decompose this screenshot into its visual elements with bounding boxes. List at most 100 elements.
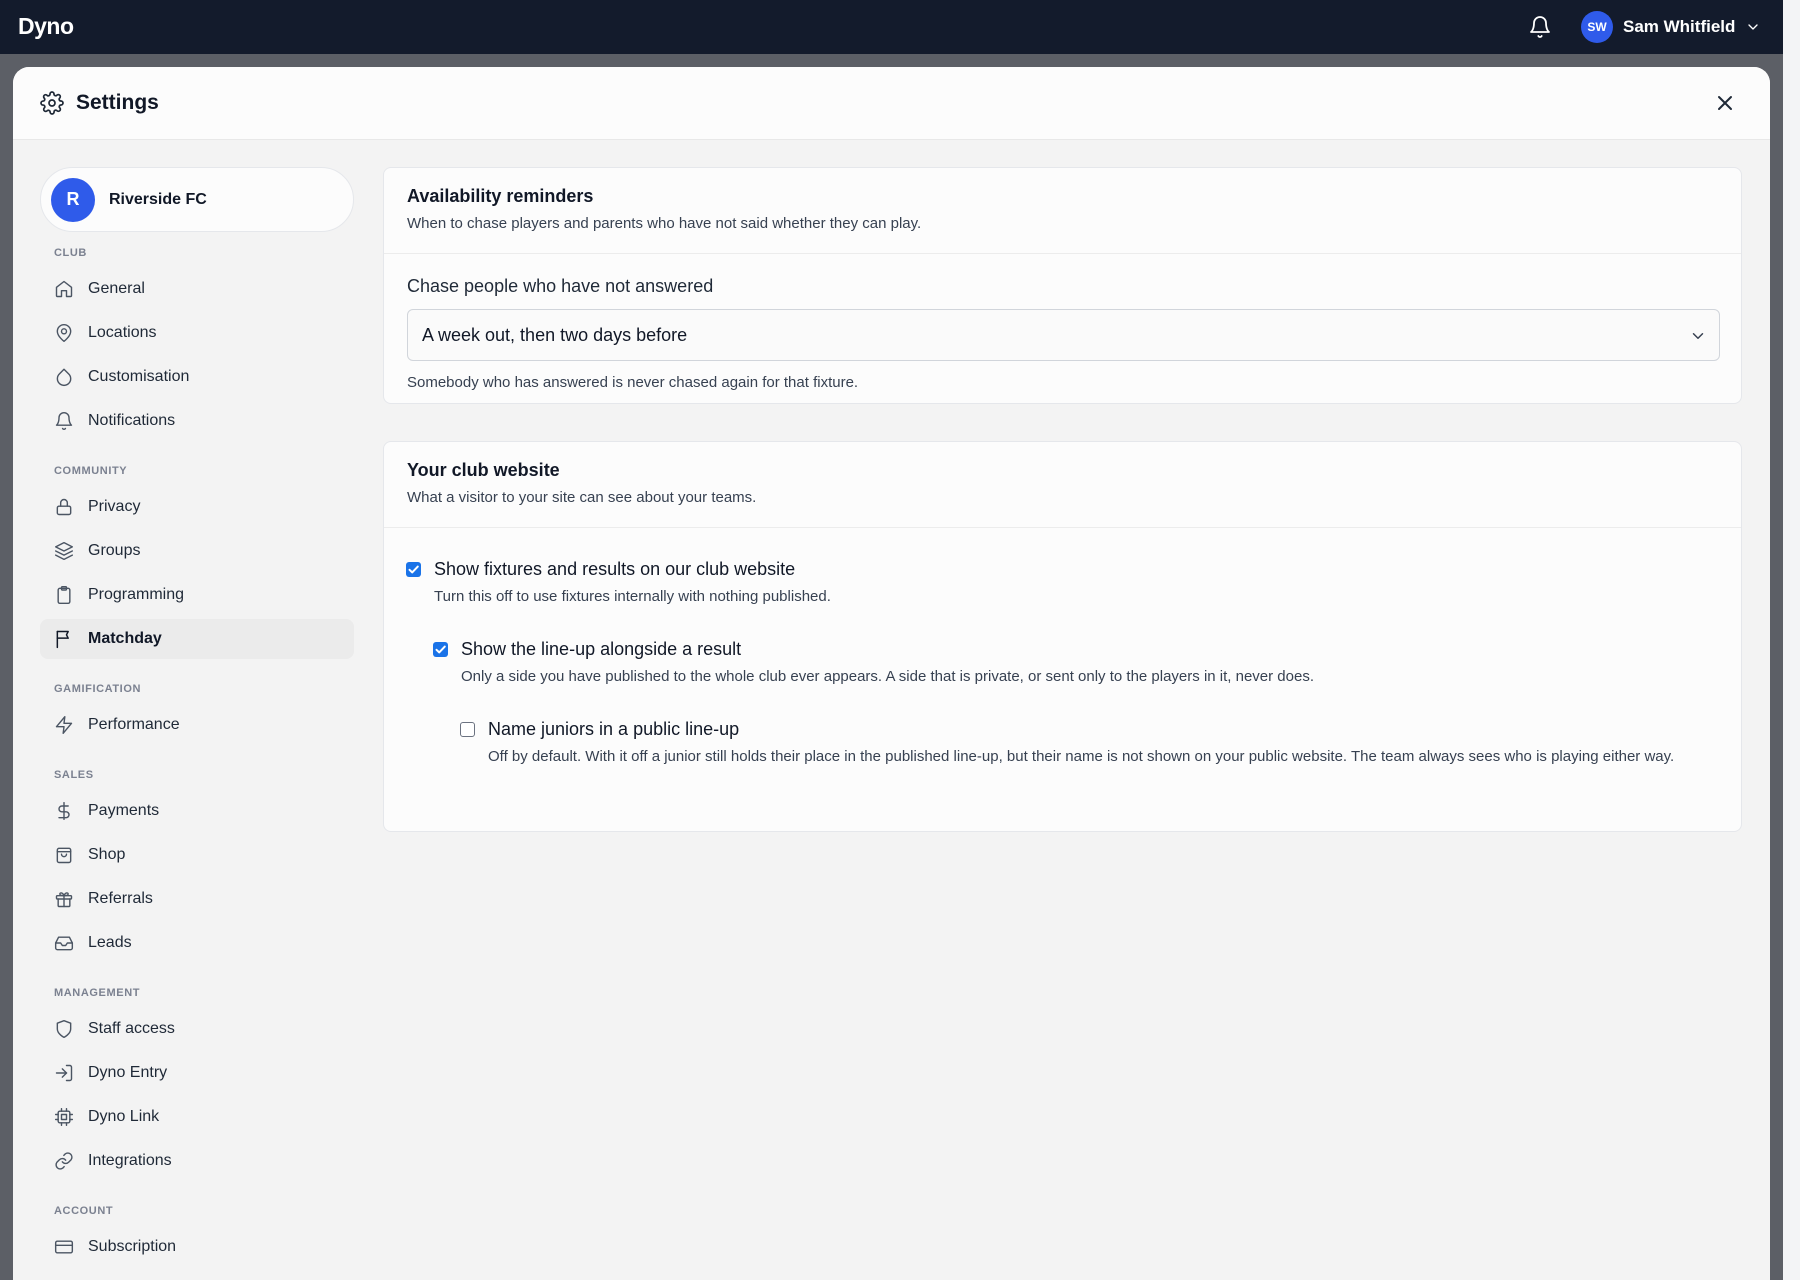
brand-logo[interactable]: Dyno — [18, 13, 74, 40]
sidebar-item-subscription[interactable]: Subscription — [40, 1227, 354, 1267]
sidebar-item-matchday[interactable]: Matchday — [40, 619, 354, 659]
card-subtitle: What a visitor to your site can see abou… — [407, 489, 757, 506]
card-title: Availability reminders — [407, 186, 594, 206]
cpu-icon — [54, 1107, 74, 1127]
show-fixtures-checkbox[interactable] — [406, 562, 421, 577]
sidebar-item-label: Shop — [88, 846, 126, 863]
section-heading-sales: SALES — [54, 769, 94, 781]
section-heading-management: MANAGEMENT — [54, 987, 141, 999]
section-heading-community: COMMUNITY — [54, 465, 128, 477]
name-juniors-checkbox[interactable] — [460, 722, 475, 737]
option-label[interactable]: Name juniors in a public line-up — [488, 719, 739, 740]
card-header: Your club website What a visitor to your… — [384, 442, 1741, 528]
user-name: Sam Whitfield — [1623, 17, 1736, 36]
option-description: Off by default. With it off a junior sti… — [488, 748, 1675, 765]
shield-icon — [56, 1019, 72, 1039]
sidebar-item-referrals[interactable]: Referrals — [40, 879, 354, 919]
sidebar-item-label: Referrals — [88, 890, 153, 907]
settings-modal: Settings R Riverside FC CLUB General Loc… — [13, 67, 1770, 1280]
scrollbar[interactable] — [1783, 0, 1800, 1280]
reminder-schedule-select[interactable]: A week out, then two days before — [407, 309, 1720, 361]
sidebar-item-integrations[interactable]: Integrations — [40, 1141, 354, 1181]
sidebar-item-label: Dyno Link — [88, 1108, 160, 1125]
sidebar-item-label: Integrations — [88, 1152, 172, 1169]
link-icon — [55, 1152, 73, 1170]
sidebar-item-label: Payments — [88, 802, 160, 819]
option-label[interactable]: Show fixtures and results on our club we… — [434, 559, 795, 580]
sidebar-item-label: Leads — [88, 934, 132, 951]
home-icon — [55, 280, 73, 298]
club-switcher[interactable]: R Riverside FC — [40, 167, 354, 232]
modal-header: Settings — [13, 67, 1770, 140]
sidebar-item-dyno-entry[interactable]: Dyno Entry — [40, 1053, 354, 1093]
user-menu[interactable]: SW Sam Whitfield — [1581, 11, 1761, 43]
map-pin-icon — [56, 323, 72, 343]
log-in-icon — [55, 1064, 73, 1082]
sidebar-item-groups[interactable]: Groups — [40, 531, 354, 571]
card-subtitle: When to chase players and parents who ha… — [407, 215, 922, 232]
top-bar: Dyno SW Sam Whitfield — [0, 0, 1800, 54]
sidebar-item-notifications[interactable]: Notifications — [40, 401, 354, 441]
section-heading-gamification: GAMIFICATION — [54, 683, 142, 695]
sidebar-item-label: Matchday — [88, 630, 162, 647]
sidebar-item-customisation[interactable]: Customisation — [40, 357, 354, 397]
card-title: Your club website — [407, 460, 560, 480]
sidebar-item-label: Notifications — [88, 412, 176, 429]
gear-icon — [40, 91, 64, 115]
sidebar-item-shop[interactable]: Shop — [40, 835, 354, 875]
sidebar-item-label: Programming — [88, 586, 185, 603]
droplet-icon — [56, 368, 72, 387]
sidebar-item-general[interactable]: General — [40, 269, 354, 309]
sidebar-item-label: General — [88, 280, 145, 297]
gift-icon — [55, 892, 73, 908]
chevron-down-icon — [1748, 24, 1759, 30]
sidebar-item-payments[interactable]: Payments — [40, 791, 354, 831]
layers-icon — [54, 541, 74, 561]
sidebar-item-leads[interactable]: Leads — [40, 923, 354, 963]
option-description: Turn this off to use fixtures internally… — [434, 588, 831, 605]
sidebar-item-programming[interactable]: Programming — [40, 575, 354, 615]
sidebar-item-label: Staff access — [88, 1020, 175, 1037]
inbox-icon — [54, 936, 74, 951]
section-heading-account: ACCOUNT — [54, 1205, 114, 1217]
shopping-bag-icon — [56, 847, 72, 864]
bell-icon — [55, 412, 73, 431]
help-text: Somebody who has answered is never chase… — [407, 374, 859, 391]
sidebar-item-privacy[interactable]: Privacy — [40, 487, 354, 527]
sidebar-item-label: Customisation — [88, 368, 190, 385]
show-lineup-checkbox[interactable] — [433, 642, 448, 657]
sidebar-item-performance[interactable]: Performance — [40, 705, 354, 745]
flag-icon — [56, 630, 69, 649]
section-heading-club: CLUB — [54, 247, 87, 259]
lightning-icon — [55, 715, 73, 735]
close-icon[interactable] — [1713, 91, 1737, 115]
sidebar-item-label: Subscription — [88, 1238, 177, 1255]
sidebar-item-dyno-link[interactable]: Dyno Link — [40, 1097, 354, 1137]
sidebar-item-label: Dyno Entry — [88, 1064, 168, 1081]
check-icon — [408, 565, 419, 574]
club-avatar: R — [51, 177, 95, 222]
sidebar-item-staff-access[interactable]: Staff access — [40, 1009, 354, 1049]
card-header: Availability reminders When to chase pla… — [384, 168, 1741, 254]
chevron-down-icon — [1692, 333, 1704, 339]
sidebar-item-label: Performance — [88, 716, 180, 733]
select-value: A week out, then two days before — [422, 325, 688, 345]
check-icon — [435, 645, 446, 654]
sidebar-item-label: Privacy — [88, 498, 141, 515]
option-label[interactable]: Show the line-up alongside a result — [461, 639, 741, 660]
bell-icon[interactable] — [1528, 15, 1552, 39]
field-label: Chase people who have not answered — [407, 276, 714, 296]
club-website-card: Your club website What a visitor to your… — [383, 441, 1742, 832]
lock-icon — [56, 498, 72, 516]
credit-card-icon — [54, 1240, 74, 1254]
sidebar-item-label: Locations — [88, 324, 157, 341]
option-description: Only a side you have published to the wh… — [461, 668, 1315, 685]
sidebar-item-locations[interactable]: Locations — [40, 313, 354, 353]
sidebar-item-label: Groups — [88, 542, 141, 559]
availability-card: Availability reminders When to chase pla… — [383, 167, 1742, 404]
avatar: SW — [1581, 11, 1613, 43]
dollar-icon — [58, 801, 70, 821]
club-name: Riverside FC — [109, 190, 207, 208]
modal-title: Settings — [76, 91, 159, 114]
clipboard-icon — [57, 585, 71, 605]
